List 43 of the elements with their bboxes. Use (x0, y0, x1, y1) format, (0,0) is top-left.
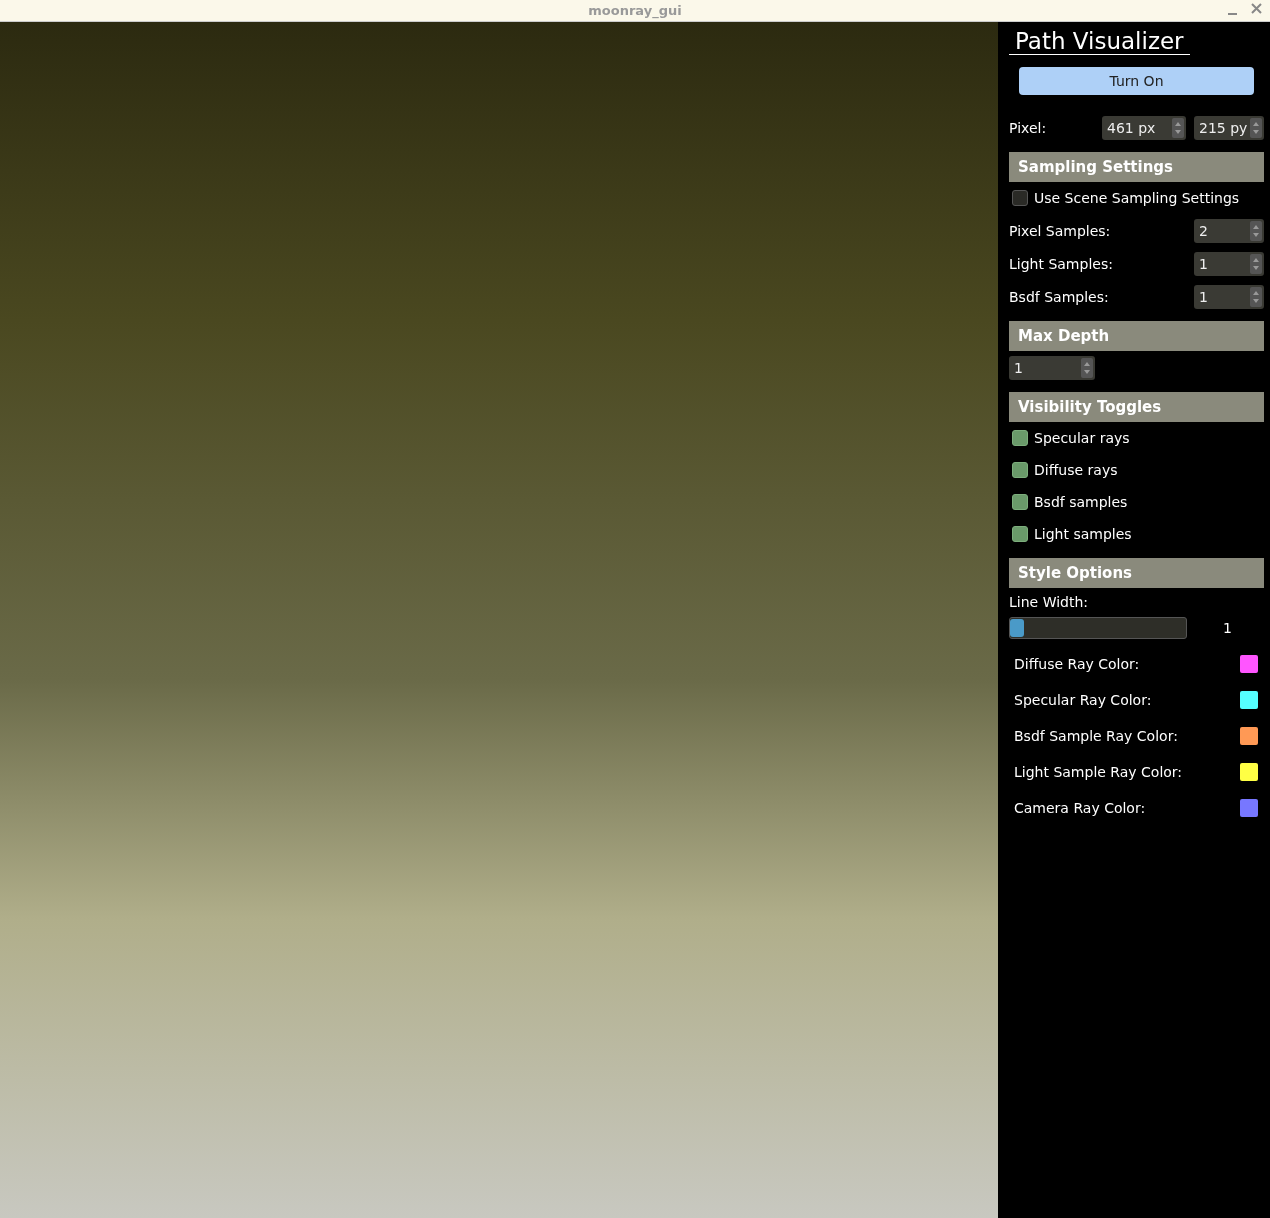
color-label: Diffuse Ray Color: (1014, 656, 1141, 672)
section-header: Style Options (1009, 558, 1264, 588)
checkbox[interactable] (1012, 462, 1028, 478)
checkbox[interactable] (1012, 430, 1028, 446)
slider-value: 1 (1223, 620, 1232, 636)
field-label: Pixel Samples: (1009, 222, 1112, 239)
spin-box[interactable]: 1 (1194, 284, 1264, 309)
checkbox[interactable] (1012, 494, 1028, 510)
checkbox-label: Use Scene Sampling Settings (1034, 190, 1240, 206)
spin-box[interactable]: 2 (1194, 218, 1264, 243)
field-label: Pixel: (1009, 119, 1048, 136)
slider-track[interactable] (1009, 617, 1187, 639)
color-label: Light Sample Ray Color: (1014, 764, 1184, 780)
slider-thumb[interactable] (1010, 619, 1024, 637)
section-header: Max Depth (1009, 321, 1264, 351)
color-swatch[interactable] (1240, 655, 1258, 673)
section-header: Sampling Settings (1009, 152, 1264, 182)
color-swatch[interactable] (1240, 691, 1258, 709)
checkbox[interactable] (1012, 190, 1028, 206)
field-label: Line Width: (1009, 594, 1090, 610)
turn-on-button[interactable]: Turn On (1019, 67, 1254, 95)
checkbox-label: Bsdf samples (1034, 494, 1128, 510)
field-label: Bsdf Samples: (1009, 288, 1110, 305)
checkbox[interactable] (1012, 526, 1028, 542)
color-swatch[interactable] (1240, 763, 1258, 781)
panel-title: Path Visualizer (1009, 28, 1190, 55)
close-icon[interactable] (1251, 3, 1262, 14)
color-swatch[interactable] (1240, 799, 1258, 817)
color-swatch[interactable] (1240, 727, 1258, 745)
window-title: moonray_gui (588, 3, 682, 18)
spin-box[interactable]: 461 px (1102, 115, 1186, 140)
spin-box[interactable]: 1 (1009, 355, 1095, 380)
color-label: Camera Ray Color: (1014, 800, 1147, 816)
spin-box[interactable]: 215 py (1194, 115, 1264, 140)
section-header: Visibility Toggles (1009, 392, 1264, 422)
checkbox-label: Light samples (1034, 526, 1132, 542)
spin-box[interactable]: 1 (1194, 251, 1264, 276)
checkbox-label: Diffuse rays (1034, 462, 1118, 478)
color-label: Specular Ray Color: (1014, 692, 1153, 708)
color-label: Bsdf Sample Ray Color: (1014, 728, 1179, 744)
render-viewport[interactable] (0, 22, 998, 1218)
field-label: Light Samples: (1009, 255, 1114, 272)
checkbox-label: Specular rays (1034, 430, 1130, 446)
